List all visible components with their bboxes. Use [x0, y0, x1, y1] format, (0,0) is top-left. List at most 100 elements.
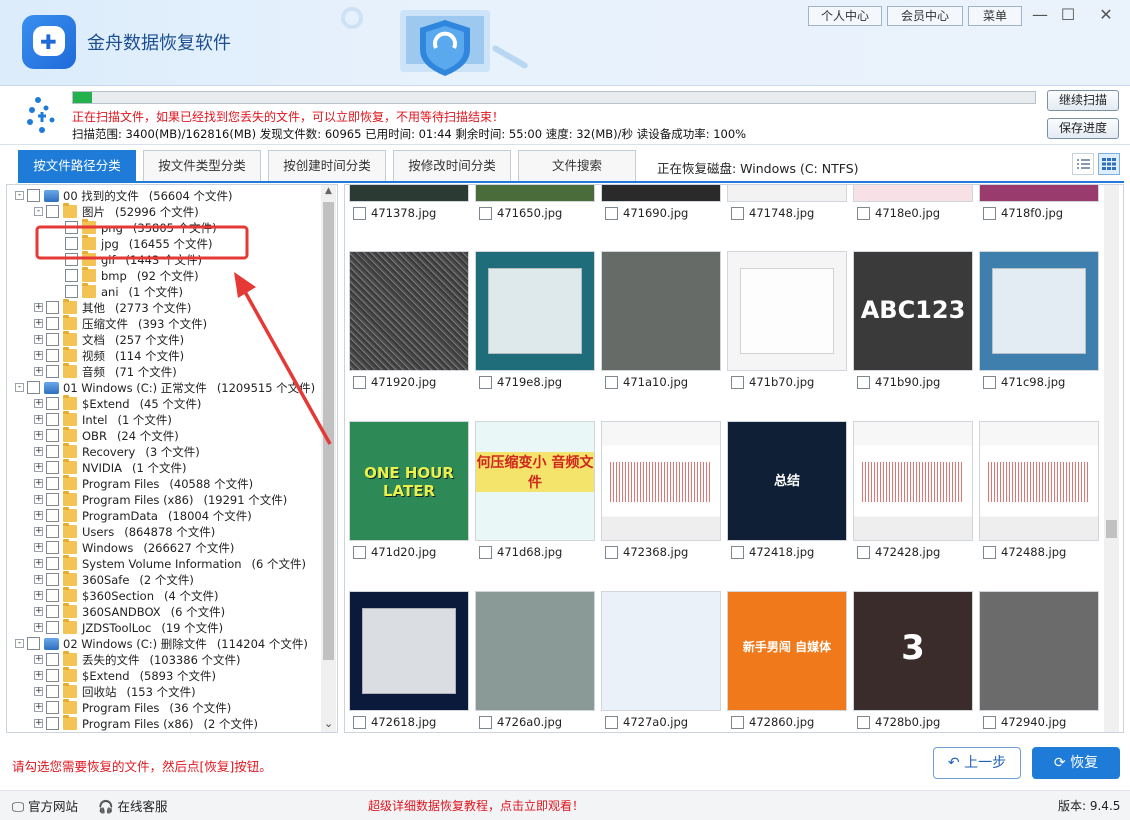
online-service-link[interactable]: 🎧 在线客服: [98, 796, 168, 815]
file-thumbnail-item[interactable]: 471650.jpg: [475, 185, 595, 242]
tree-checkbox[interactable]: [65, 237, 78, 250]
file-checkbox[interactable]: [605, 376, 618, 389]
tree-checkbox[interactable]: [27, 381, 40, 394]
tree-checkbox[interactable]: [65, 285, 78, 298]
file-checkbox[interactable]: [731, 376, 744, 389]
tree-folder-node[interactable]: + Program Files (36 个文件): [7, 699, 322, 716]
tree-checkbox[interactable]: [46, 397, 59, 410]
audio-editor-thumbnail[interactable]: [853, 421, 973, 541]
tree-checkbox[interactable]: [46, 413, 59, 426]
continue-scan-button[interactable]: 继续扫描: [1047, 90, 1119, 111]
tree-checkbox[interactable]: [65, 269, 78, 282]
tree-drive-node[interactable]: - 01 Windows (C:) 正常文件 (1209515 个文件): [7, 380, 322, 396]
file-thumbnail-item[interactable]: 4727a0.jpg: [601, 591, 721, 732]
expand-icon[interactable]: +: [34, 575, 43, 584]
gray-image-thumbnail[interactable]: [601, 251, 721, 371]
tree-folder-node[interactable]: + Intel (1 个文件): [7, 411, 322, 428]
list-view-icon[interactable]: [1072, 153, 1094, 175]
tree-folder-node[interactable]: + Program Files (x86) (2 个文件): [7, 715, 322, 732]
tab-by-type[interactable]: 按文件类型分类: [143, 150, 261, 181]
scroll-up-icon[interactable]: ▲: [325, 186, 332, 196]
file-thumbnail-item[interactable]: ABC123 471b90.jpg: [853, 251, 973, 411]
tutorial-link[interactable]: 超级详细数据恢复教程，点击立即观看！: [368, 797, 584, 814]
tree-checkbox[interactable]: [46, 445, 59, 458]
dark-slide-thumbnail[interactable]: 总结: [727, 421, 847, 541]
recover-button[interactable]: ⟳ 恢复: [1032, 747, 1120, 779]
tree-folder-node[interactable]: +360Safe (2 个文件): [7, 571, 322, 588]
audio-editor-thumbnail[interactable]: [979, 421, 1099, 541]
member-center-button[interactable]: 会员中心: [887, 6, 963, 26]
file-thumbnail-item[interactable]: 4726a0.jpg: [475, 591, 595, 732]
desktop-screenshot-thumbnail[interactable]: [349, 591, 469, 711]
file-checkbox[interactable]: [605, 207, 618, 220]
app-screenshot-thumbnail[interactable]: [475, 251, 595, 371]
tree-folder-node[interactable]: + 音频 (71 个文件): [7, 363, 322, 380]
file-thumbnail-item[interactable]: 471378.jpg: [349, 185, 469, 242]
file-checkbox[interactable]: [983, 207, 996, 220]
tree-checkbox[interactable]: [46, 509, 59, 522]
tree-folder-node[interactable]: + Program Files (40588 个文件): [7, 475, 322, 492]
illustration-thumbnail[interactable]: [475, 591, 595, 711]
maximize-icon[interactable]: ☐: [1056, 4, 1080, 26]
file-checkbox[interactable]: [731, 546, 744, 559]
expand-icon[interactable]: +: [34, 335, 43, 344]
file-checkbox[interactable]: [353, 376, 366, 389]
tree-folder-node[interactable]: ani (1 个文件): [7, 283, 322, 300]
tree-checkbox[interactable]: [46, 621, 59, 634]
expand-icon[interactable]: +: [34, 703, 43, 712]
minimize-icon[interactable]: —: [1028, 4, 1052, 26]
tree-folder-node[interactable]: + ProgramData (18004 个文件): [7, 507, 322, 524]
expand-icon[interactable]: +: [34, 495, 43, 504]
expand-icon[interactable]: +: [34, 367, 43, 376]
expand-icon[interactable]: +: [34, 719, 43, 728]
expand-icon[interactable]: +: [34, 623, 43, 632]
tree-checkbox[interactable]: [46, 349, 59, 362]
tab-file-search[interactable]: 文件搜索: [518, 150, 636, 181]
expand-icon[interactable]: +: [34, 655, 43, 664]
file-thumbnail-item[interactable]: 471690.jpg: [601, 185, 721, 242]
file-thumbnail-item[interactable]: 4718e0.jpg: [853, 185, 973, 242]
tree-checkbox[interactable]: [46, 477, 59, 490]
collapse-icon[interactable]: -: [34, 207, 43, 216]
noise-texture-thumbnail[interactable]: [349, 251, 469, 371]
dark-image-thumbnail[interactable]: [601, 185, 721, 202]
tree-folder-node[interactable]: +360SANDBOX (6 个文件): [7, 603, 322, 620]
file-thumbnail-item[interactable]: 3 4728b0.jpg: [853, 591, 973, 732]
tree-checkbox[interactable]: [46, 205, 59, 218]
tree-folder-node[interactable]: bmp (92 个文件): [7, 267, 322, 284]
file-thumbnail-item[interactable]: 总结 472418.jpg: [727, 421, 847, 581]
file-thumbnail-item[interactable]: 4719e8.jpg: [475, 251, 595, 411]
photo-thumbnail[interactable]: [475, 185, 595, 202]
file-checkbox[interactable]: [857, 207, 870, 220]
expand-icon[interactable]: +: [34, 447, 43, 456]
tree-folder-node[interactable]: + $Extend (45 个文件): [7, 395, 322, 412]
expand-icon[interactable]: +: [34, 511, 43, 520]
grid-scrollbar-thumb[interactable]: [1106, 520, 1117, 538]
tree-folder-node[interactable]: + 压缩文件 (393 个文件): [7, 315, 322, 332]
expand-icon[interactable]: +: [34, 399, 43, 408]
file-checkbox[interactable]: [479, 546, 492, 559]
tree-checkbox[interactable]: [46, 461, 59, 474]
personal-center-button[interactable]: 个人中心: [808, 6, 882, 26]
file-checkbox[interactable]: [731, 207, 744, 220]
tree-folder-node[interactable]: png (35805 个文件): [7, 219, 322, 236]
collapse-icon[interactable]: -: [15, 383, 24, 392]
file-checkbox[interactable]: [605, 716, 618, 729]
collapse-icon[interactable]: -: [15, 639, 24, 648]
tree-checkbox[interactable]: [27, 189, 40, 202]
gray-image-thumbnail[interactable]: [979, 591, 1099, 711]
tree-checkbox[interactable]: [46, 365, 59, 378]
file-thumbnail-item[interactable]: 472940.jpg: [979, 591, 1099, 732]
tree-drive-node[interactable]: - 02 Windows (C:) 删除文件 (114204 个文件): [7, 636, 322, 652]
collapse-icon[interactable]: -: [15, 191, 24, 200]
tree-scrollbar-thumb[interactable]: [323, 202, 334, 660]
expand-icon[interactable]: +: [34, 479, 43, 488]
tree-checkbox[interactable]: [46, 493, 59, 506]
tree-checkbox[interactable]: [46, 429, 59, 442]
white-image-thumbnail[interactable]: [727, 185, 847, 202]
pink-image-thumbnail[interactable]: [853, 185, 973, 202]
illustration-thumbnail[interactable]: [601, 591, 721, 711]
tree-checkbox[interactable]: [46, 653, 59, 666]
orange-banner-thumbnail[interactable]: 新手男闯 自媒体: [727, 591, 847, 711]
tree-folder-node[interactable]: + NVIDIA (1 个文件): [7, 459, 322, 476]
